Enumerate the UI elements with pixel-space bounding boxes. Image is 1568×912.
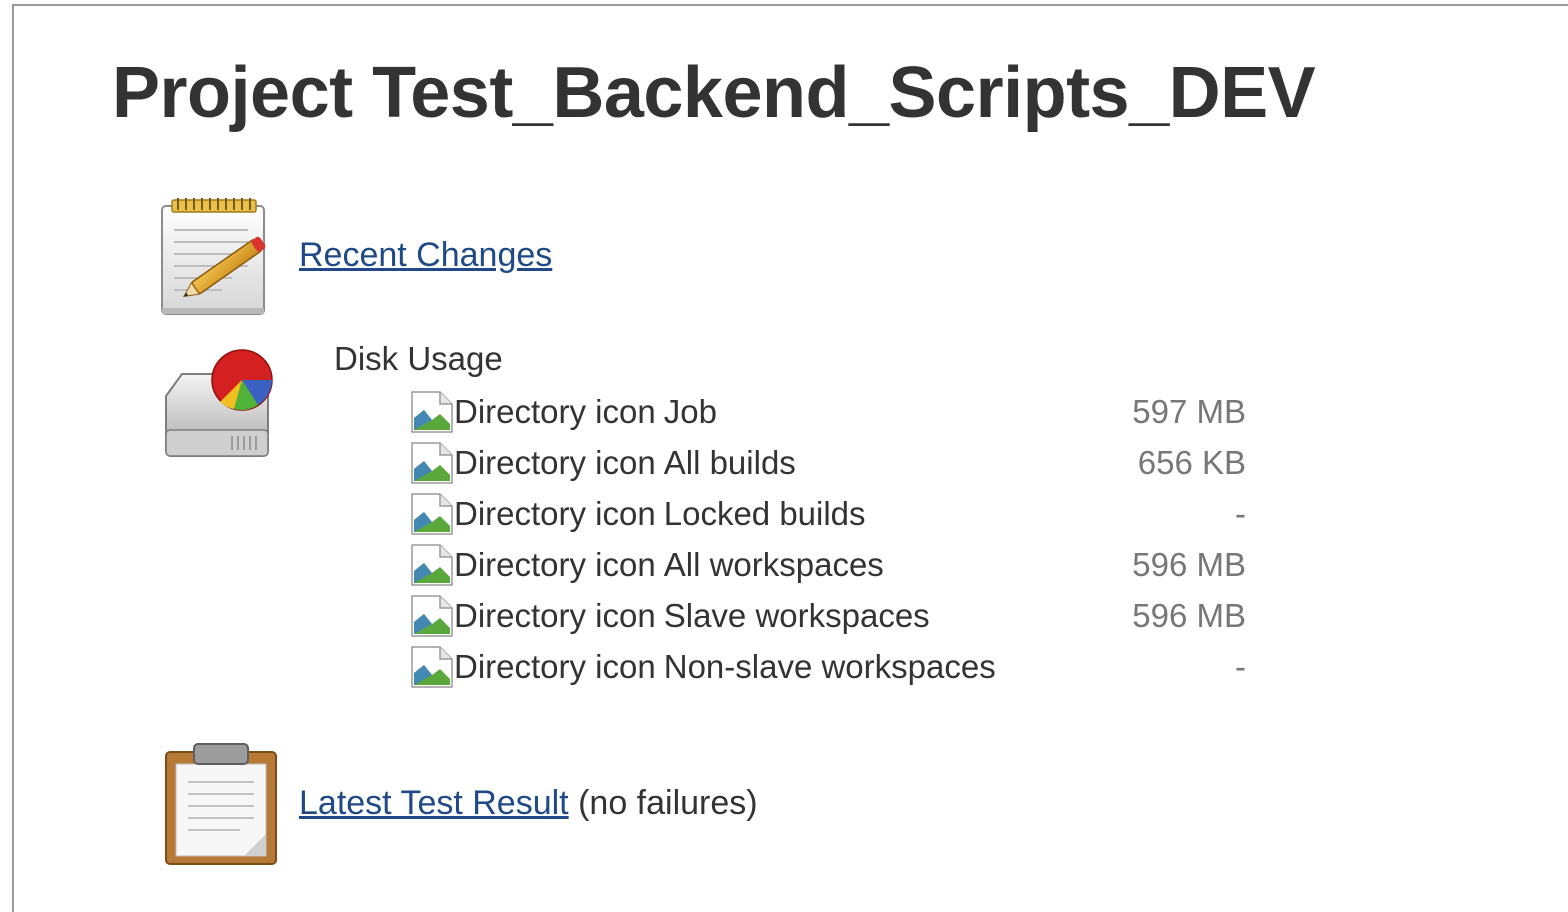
test-result-line: Latest Test Result (no failures) bbox=[299, 784, 758, 823]
disk-usage-row-name: Locked builds bbox=[663, 494, 866, 532]
directory-icon-alt-text: Directory icon bbox=[454, 443, 656, 481]
disk-usage-row-size: 656 KB bbox=[1137, 443, 1246, 481]
broken-image-icon bbox=[410, 543, 454, 587]
latest-test-result-link[interactable]: Latest Test Result bbox=[299, 784, 569, 822]
disk-usage-row-size: - bbox=[1235, 494, 1246, 532]
disk-usage-row-name: Slave workspaces bbox=[663, 596, 930, 634]
test-result-status: (no failures) bbox=[578, 784, 758, 822]
broken-image-icon bbox=[410, 441, 454, 485]
broken-image-icon bbox=[410, 594, 454, 638]
disk-usage-row-name: Non-slave workspaces bbox=[663, 647, 996, 685]
disk-usage-icon bbox=[148, 346, 276, 474]
main-panel: Project Test_Backend_Scripts_DEV Recent … bbox=[12, 4, 1568, 912]
disk-usage-row: Directory icon All builds 656 KB bbox=[410, 437, 1250, 488]
disk-usage-row-size: 596 MB bbox=[1132, 596, 1246, 634]
clipboard-icon[interactable] bbox=[156, 738, 284, 866]
page-title: Project Test_Backend_Scripts_DEV bbox=[112, 53, 1316, 133]
disk-usage-row: Directory icon Job 597 MB bbox=[410, 386, 1250, 437]
disk-usage-row: Directory icon All workspaces 596 MB bbox=[410, 539, 1250, 590]
notepad-icon[interactable] bbox=[152, 194, 280, 322]
directory-icon-alt-text: Directory icon bbox=[454, 494, 656, 532]
disk-usage-row: Directory icon Slave workspaces 596 MB bbox=[410, 590, 1250, 641]
directory-icon-alt-text: Directory icon bbox=[454, 545, 656, 583]
disk-usage-row-size: - bbox=[1235, 647, 1246, 685]
disk-usage-row: Directory icon Locked builds - bbox=[410, 488, 1250, 539]
disk-usage-title: Disk Usage bbox=[334, 340, 503, 377]
disk-usage-row-name: Job bbox=[663, 392, 717, 430]
disk-usage-table: Directory icon Job 597 MB Directory icon All… bbox=[410, 386, 1250, 692]
disk-usage-row-name: All builds bbox=[663, 443, 796, 481]
disk-usage-row-size: 596 MB bbox=[1132, 545, 1246, 583]
broken-image-icon bbox=[410, 645, 454, 689]
directory-icon-alt-text: Directory icon bbox=[454, 392, 656, 430]
directory-icon-alt-text: Directory icon bbox=[454, 647, 656, 685]
disk-usage-row-size: 597 MB bbox=[1132, 392, 1246, 430]
disk-usage-row-name: All workspaces bbox=[663, 545, 884, 583]
directory-icon-alt-text: Directory icon bbox=[454, 596, 656, 634]
broken-image-icon bbox=[410, 492, 454, 536]
disk-usage-row: Directory icon Non-slave workspaces - bbox=[410, 641, 1250, 692]
broken-image-icon bbox=[410, 390, 454, 434]
recent-changes-link[interactable]: Recent Changes bbox=[299, 236, 552, 275]
